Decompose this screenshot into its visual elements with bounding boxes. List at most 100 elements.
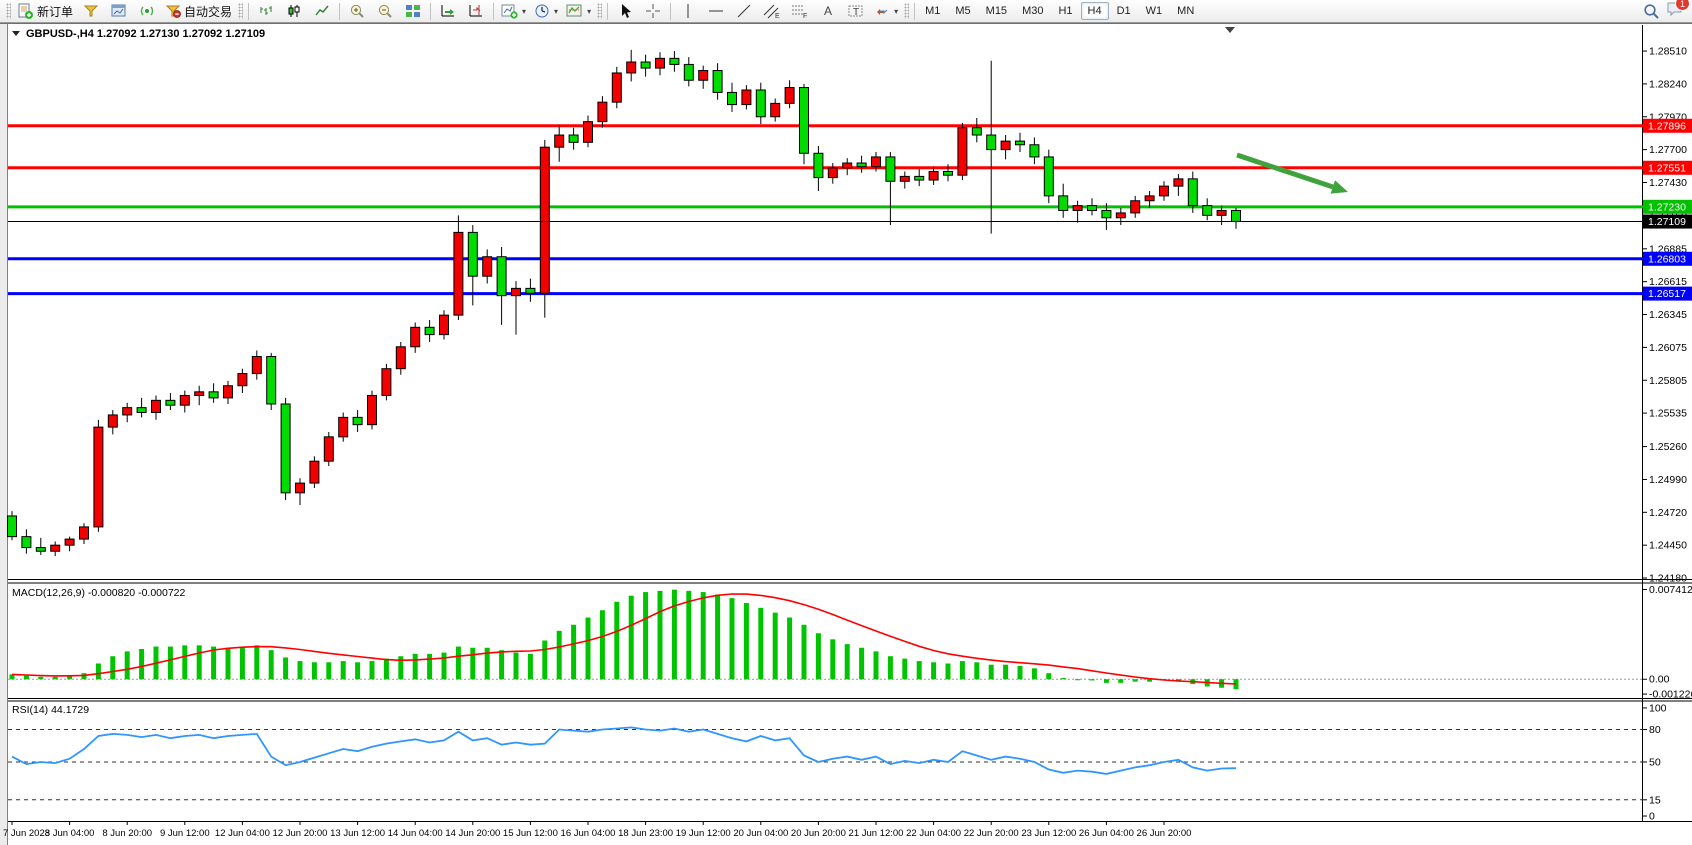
price-tick-label: 1.25535	[1649, 408, 1687, 420]
price-tag-1.26517: 1.26517	[1643, 287, 1692, 301]
fibonacci-tool-button[interactable]: F	[786, 0, 814, 22]
tile-windows-button[interactable]	[399, 0, 427, 22]
timeframe-button-H4[interactable]: H4	[1081, 2, 1109, 20]
rsi-tick-label: 50	[1649, 756, 1661, 768]
candle-body	[872, 157, 881, 167]
macd-bar	[528, 654, 533, 679]
macd-bar	[643, 592, 648, 679]
text-tool-button[interactable]: A	[814, 0, 842, 22]
new-order-button[interactable]: 新订单	[13, 0, 77, 22]
crosshair-icon	[645, 3, 661, 19]
macd-bar	[874, 651, 879, 679]
periods-button[interactable]: ▾	[530, 0, 562, 22]
horizontal-line-tool-button[interactable]	[702, 0, 730, 22]
macd-bar	[283, 657, 288, 679]
price-tag-1.27230-text: 1.27230	[1648, 201, 1686, 213]
auto-trading-label: 自动交易	[184, 3, 232, 20]
time-tick-label: 16 Jun 04:00	[561, 828, 616, 839]
timeframe-button-M5[interactable]: M5	[948, 2, 977, 20]
rsi-tick-label: 15	[1649, 794, 1661, 806]
indicators-icon	[501, 3, 518, 19]
macd-bar	[1018, 666, 1023, 679]
chart-shift-button[interactable]	[462, 0, 490, 22]
price-tick-label: 1.24450	[1649, 540, 1687, 552]
rsi-tick-label: 0	[1649, 811, 1655, 823]
price-tag-1.27551: 1.27551	[1643, 161, 1692, 175]
candle-body	[238, 374, 247, 386]
tile-windows-icon	[405, 3, 421, 19]
price-tick-label: 1.24720	[1649, 507, 1687, 519]
candle-body	[857, 163, 866, 167]
candle-body	[627, 62, 636, 73]
toolbar-grip[interactable]	[238, 3, 243, 19]
macd-bar	[125, 651, 130, 679]
candle-body	[785, 88, 794, 104]
candle-body	[569, 135, 578, 142]
vertical-line-tool-button[interactable]	[674, 0, 702, 22]
candle-body	[1044, 157, 1053, 196]
zoom-in-button[interactable]	[343, 0, 371, 22]
arrows-tool-button[interactable]: ▾	[870, 0, 902, 22]
price-tick-label: 1.26615	[1649, 276, 1687, 288]
time-tick-label: 23 Jun 12:00	[1021, 828, 1076, 839]
signals-button[interactable]	[133, 0, 161, 22]
rsi-label: RSI(14) 44.1729	[12, 704, 89, 716]
notification-badge: 1	[1675, 0, 1690, 11]
macd-bar	[499, 650, 504, 679]
candle-body	[65, 539, 74, 545]
line-chart-mode-button[interactable]	[308, 0, 336, 22]
timeframe-button-M1[interactable]: M1	[918, 2, 947, 20]
toolbar-grip[interactable]	[597, 3, 602, 19]
auto-trading-button[interactable]: 自动交易	[161, 0, 236, 22]
templates-button[interactable]: ▾	[562, 0, 595, 22]
candle-body	[828, 168, 837, 178]
zoom-out-button[interactable]	[371, 0, 399, 22]
auto-scroll-button[interactable]	[434, 0, 462, 22]
chart-area[interactable]: 1.285101.282401.279701.277001.274301.271…	[0, 23, 1692, 845]
candle-body	[1203, 206, 1212, 216]
chart-window-button[interactable]	[105, 0, 133, 22]
candle-body	[656, 58, 665, 68]
crosshair-tool-button[interactable]	[639, 0, 667, 22]
trendline-tool-button[interactable]	[730, 0, 758, 22]
timeframe-button-M30[interactable]: M30	[1015, 2, 1050, 20]
signal-icon	[139, 3, 155, 19]
text-label-tool-button[interactable]: T	[842, 0, 870, 22]
macd-bar	[931, 662, 936, 679]
search-icon[interactable]	[1643, 3, 1660, 20]
candle-body	[310, 461, 319, 483]
timeframe-toolbar: M1M5M15M30H1H4D1W1MN	[918, 2, 1201, 20]
market-watch-button[interactable]	[77, 0, 105, 22]
notifications-button[interactable]: 1	[1666, 0, 1684, 22]
timeframe-button-M15[interactable]: M15	[979, 2, 1014, 20]
indicators-button[interactable]: ▾	[497, 0, 530, 22]
chevron-down-icon: ▾	[587, 7, 591, 16]
bar-chart-icon	[258, 3, 274, 19]
candlestick-mode-button[interactable]	[280, 0, 308, 22]
toolbar-grip[interactable]	[6, 3, 11, 19]
macd-bar	[744, 603, 749, 679]
equidistant-channel-tool-button[interactable]: E	[758, 0, 786, 22]
candle-body	[152, 400, 161, 412]
text-label-icon: T	[847, 3, 865, 19]
candle-body	[166, 400, 175, 405]
macd-bar	[773, 613, 778, 680]
chart-title: GBPUSD-,H4 1.27092 1.27130 1.27092 1.271…	[26, 28, 265, 40]
candle-body	[756, 90, 765, 117]
candle-body	[51, 545, 60, 551]
timeframe-button-MN[interactable]: MN	[1170, 2, 1201, 20]
candle-body	[1016, 141, 1025, 145]
macd-bar	[902, 659, 907, 680]
price-tag-1.26803-text: 1.26803	[1648, 253, 1686, 265]
price-tick-label: 1.24990	[1649, 474, 1687, 486]
candle-body	[771, 103, 780, 116]
timeframe-button-D1[interactable]: D1	[1110, 2, 1138, 20]
chevron-down-icon: ▾	[522, 7, 526, 16]
bar-chart-mode-button[interactable]	[252, 0, 280, 22]
cursor-tool-button[interactable]	[611, 0, 639, 22]
candle-body	[584, 122, 593, 143]
toolbar-grip[interactable]	[904, 3, 909, 19]
candle-body	[670, 58, 679, 64]
timeframe-button-W1[interactable]: W1	[1139, 2, 1170, 20]
timeframe-button-H1[interactable]: H1	[1051, 2, 1079, 20]
